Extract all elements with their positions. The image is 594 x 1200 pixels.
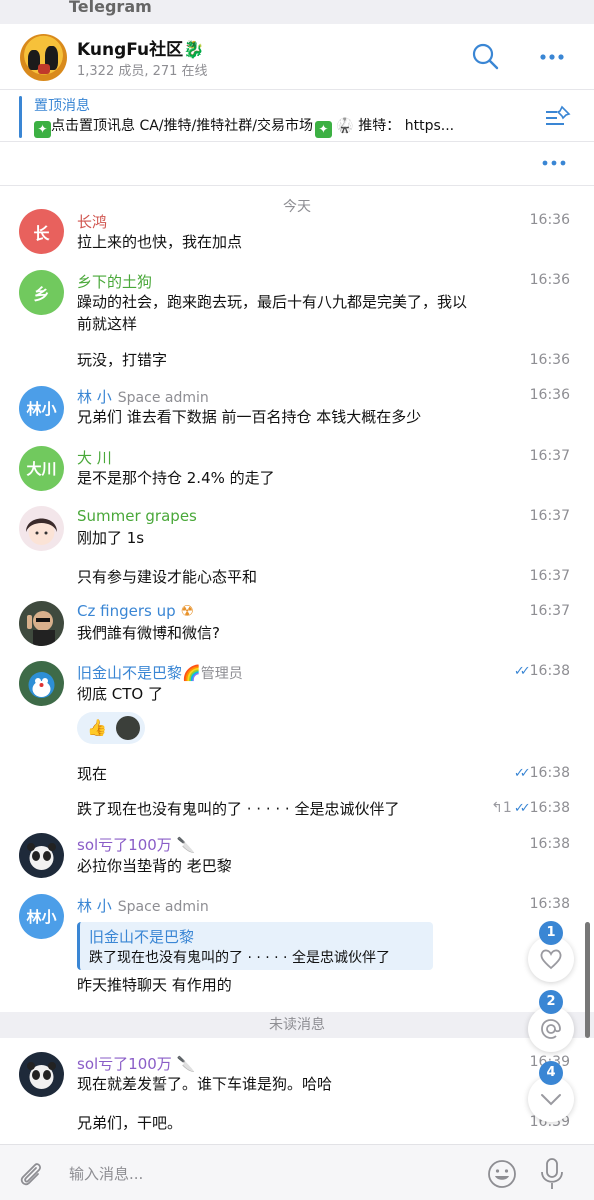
dragon-emoji: 🐉 [183,40,205,60]
message-time: 16:36 [529,272,570,288]
reply-count: 1 [502,800,512,816]
sender-name[interactable]: 旧金山不是巴黎🌈管理员 [77,662,243,683]
more-row [0,142,594,186]
message-time: 16:37 [529,568,570,584]
message-time: ↰1 ✓✓ 16:38 [491,800,570,816]
avatar[interactable]: 林小 [19,894,64,939]
read-ticks-icon: ✓✓ [513,664,531,679]
message-time: 16:36 [529,387,570,403]
reaction-avatar [116,716,140,740]
avatar[interactable] [19,601,64,646]
sender-name[interactable]: sol亏了100万 🔪 [77,1053,195,1074]
message-text-line: 前就这样 [77,315,138,333]
sender-name[interactable]: 大 川 [77,447,112,468]
message-text-line: 躁动的社会，跑来跑去玩，最后十有八九都是完美了，我以 [77,293,468,311]
message-text: 现在就差发誓了。谁下车谁是狗。哈哈 [77,1075,333,1093]
group-avatar[interactable] [20,34,67,81]
message-input[interactable]: 输入消息... [69,1163,143,1184]
heart-icon [540,949,562,970]
sender-role: 管理员 [200,666,243,682]
message-text: 刚加了 1s [77,529,145,547]
mentions-count-badge: 2 [539,990,563,1014]
paperclip-icon[interactable] [17,1159,45,1189]
message-text: 必拉你当垫背的 老巴黎 [77,857,232,875]
avatar[interactable]: 林小 [19,386,64,431]
read-ticks-icon: ✓✓ [513,766,531,781]
reply-quote-text: 跌了现在也没有鬼叫的了 · · · · · 全是忠诚伙伴了 [89,950,390,966]
chat-header[interactable]: KungFu社区🐉 1,322 成员, 271 在线 [0,24,594,90]
pinned-title: 置顶消息 [34,98,90,114]
sender-name[interactable]: Cz fingers up ☢ [77,602,194,620]
read-ticks-icon: ✓✓ [513,801,531,816]
avatar[interactable]: 长 [19,209,64,254]
message-time: 16:38 [529,836,570,852]
message-text: 昨天推特聊天 有作用的 [77,976,232,994]
message-time: 16:37 [529,508,570,524]
message-text: 我們誰有微博和微信? [77,624,220,642]
knife-emoji: 🔪 [176,1055,196,1073]
app-title: Telegram [69,0,152,16]
reply-quote[interactable]: 旧金山不是巴黎 跌了现在也没有鬼叫的了 · · · · · 全是忠诚伙伴了 [77,922,433,970]
reply-icon: ↰ [491,800,503,816]
unread-separator: 未读消息 [0,1012,594,1038]
message-text: 彻底 CTO 了 [77,685,163,703]
avatar[interactable] [19,661,64,706]
group-name: KungFu社区🐉 [77,40,205,60]
more-options-icon[interactable] [539,42,569,72]
sender-name[interactable]: 乡下的土狗 [77,271,152,292]
sender-name[interactable]: 林 小 Space admin [77,895,209,916]
pinned-text: ✦ 点击置顶讯息 CA/推特/推特社群/交易市场 ✦ 🥋 推特： https... [34,115,534,138]
sender-name[interactable]: Summer grapes [77,507,197,525]
sender-name[interactable]: 长鸿 [77,211,107,232]
pinned-accent-line [19,96,22,138]
chevron-down-icon [541,1094,561,1106]
message-time: 16:37 [529,448,570,464]
avatar[interactable] [19,506,64,551]
at-icon [541,1019,561,1039]
message-composer: 输入消息... [0,1144,594,1200]
thumbs-up-emoji: 👍 [87,718,107,737]
message-time: 16:36 [529,212,570,228]
unread-count-badge: 4 [539,1061,563,1085]
avatar[interactable]: 乡 [19,270,64,315]
message-text: 是不是那个持仓 2.4% 的走了 [77,469,275,487]
pinned-message-bar[interactable]: 置顶消息 ✦ 点击置顶讯息 CA/推特/推特社群/交易市场 ✦ 🥋 推特： http… [0,90,594,142]
microphone-icon[interactable] [538,1157,566,1191]
sender-name[interactable]: 林 小 Space admin [77,386,209,407]
message-text: 只有参与建设才能心态平和 [77,568,258,586]
reply-quote-name: 旧金山不是巴黎 [89,928,195,946]
avatar[interactable] [19,833,64,878]
sender-role: Space admin [117,390,209,406]
message-time: ✓✓ 16:38 [513,765,570,781]
more-options-icon[interactable] [542,153,566,173]
message-text: 兄弟们 谁去看下数据 前一百名持仓 本钱大概在多少 [77,408,422,426]
sender-role: Space admin [117,899,209,915]
search-icon[interactable] [471,42,501,72]
message-time: 16:36 [529,352,570,368]
knife-emoji: 🔪 [176,836,196,854]
avatar[interactable] [19,1052,64,1097]
group-member-count: 1,322 成员, 271 在线 [77,64,208,79]
sparkle-icon: ✦ [314,121,332,138]
reaction-pill[interactable]: 👍 [77,712,145,744]
message-text: 跌了现在也没有鬼叫的了 · · · · · 全是忠诚伙伴了 [77,800,400,818]
reactions-count-badge: 1 [539,921,563,945]
message-text: 现在 [77,765,108,783]
message-text: 拉上来的也快，我在加点 [77,233,243,251]
message-text: 玩没，打错字 [77,351,168,369]
sender-name[interactable]: sol亏了100万 🔪 [77,834,195,855]
avatar[interactable]: 大川 [19,446,64,491]
sticker-emoji-icon[interactable] [486,1158,518,1190]
pinned-list-icon[interactable] [544,104,572,128]
radioactive-emoji: ☢ [180,602,194,620]
rainbow-emoji: 🌈 [182,664,201,682]
sparkle-icon: ✦ [34,121,51,138]
message-time: ✓✓ 16:38 [513,663,570,679]
message-time: 16:38 [529,896,570,912]
message-text: 兄弟们，干吧。 [77,1114,183,1132]
app-title-bar: Telegram [0,0,594,24]
scrollbar[interactable] [585,922,590,1038]
message-time: 16:37 [529,603,570,619]
